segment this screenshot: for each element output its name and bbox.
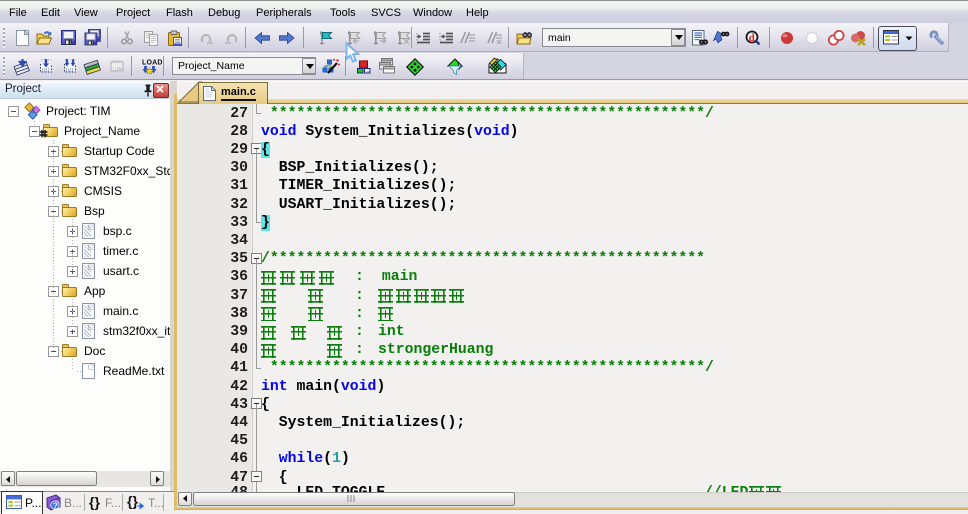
svg-text:?: ?: [53, 500, 58, 510]
svg-text:d: d: [749, 32, 755, 44]
svg-text:LOAD: LOAD: [142, 60, 163, 67]
